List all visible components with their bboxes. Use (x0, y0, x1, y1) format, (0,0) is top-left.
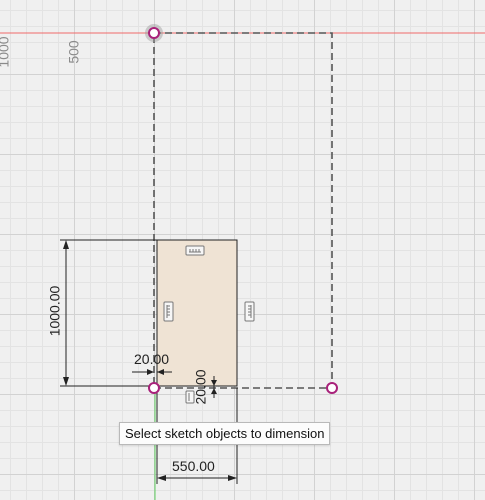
width-dimension-label[interactable]: 550.00 (172, 458, 215, 474)
origin-point-marker[interactable] (145, 24, 163, 42)
point-marker-icon[interactable] (326, 382, 338, 394)
point-marker-icon[interactable] (148, 382, 160, 394)
ruler-label-500: 500 (65, 40, 82, 64)
horizontal-constraint-icon[interactable] (185, 245, 205, 256)
offset-left-dimension-label[interactable]: 20.00 (134, 351, 169, 367)
height-dimension-label[interactable]: 1000.00 (46, 286, 62, 337)
vertical-constraint-icon[interactable] (244, 301, 255, 322)
offset-bottom-dimension-label[interactable]: 20.00 (193, 369, 209, 404)
dimension-tooltip: Select sketch objects to dimension (119, 422, 331, 445)
vertical-constraint-icon[interactable] (163, 301, 174, 322)
ruler-label-1000: 1000 (0, 36, 12, 68)
